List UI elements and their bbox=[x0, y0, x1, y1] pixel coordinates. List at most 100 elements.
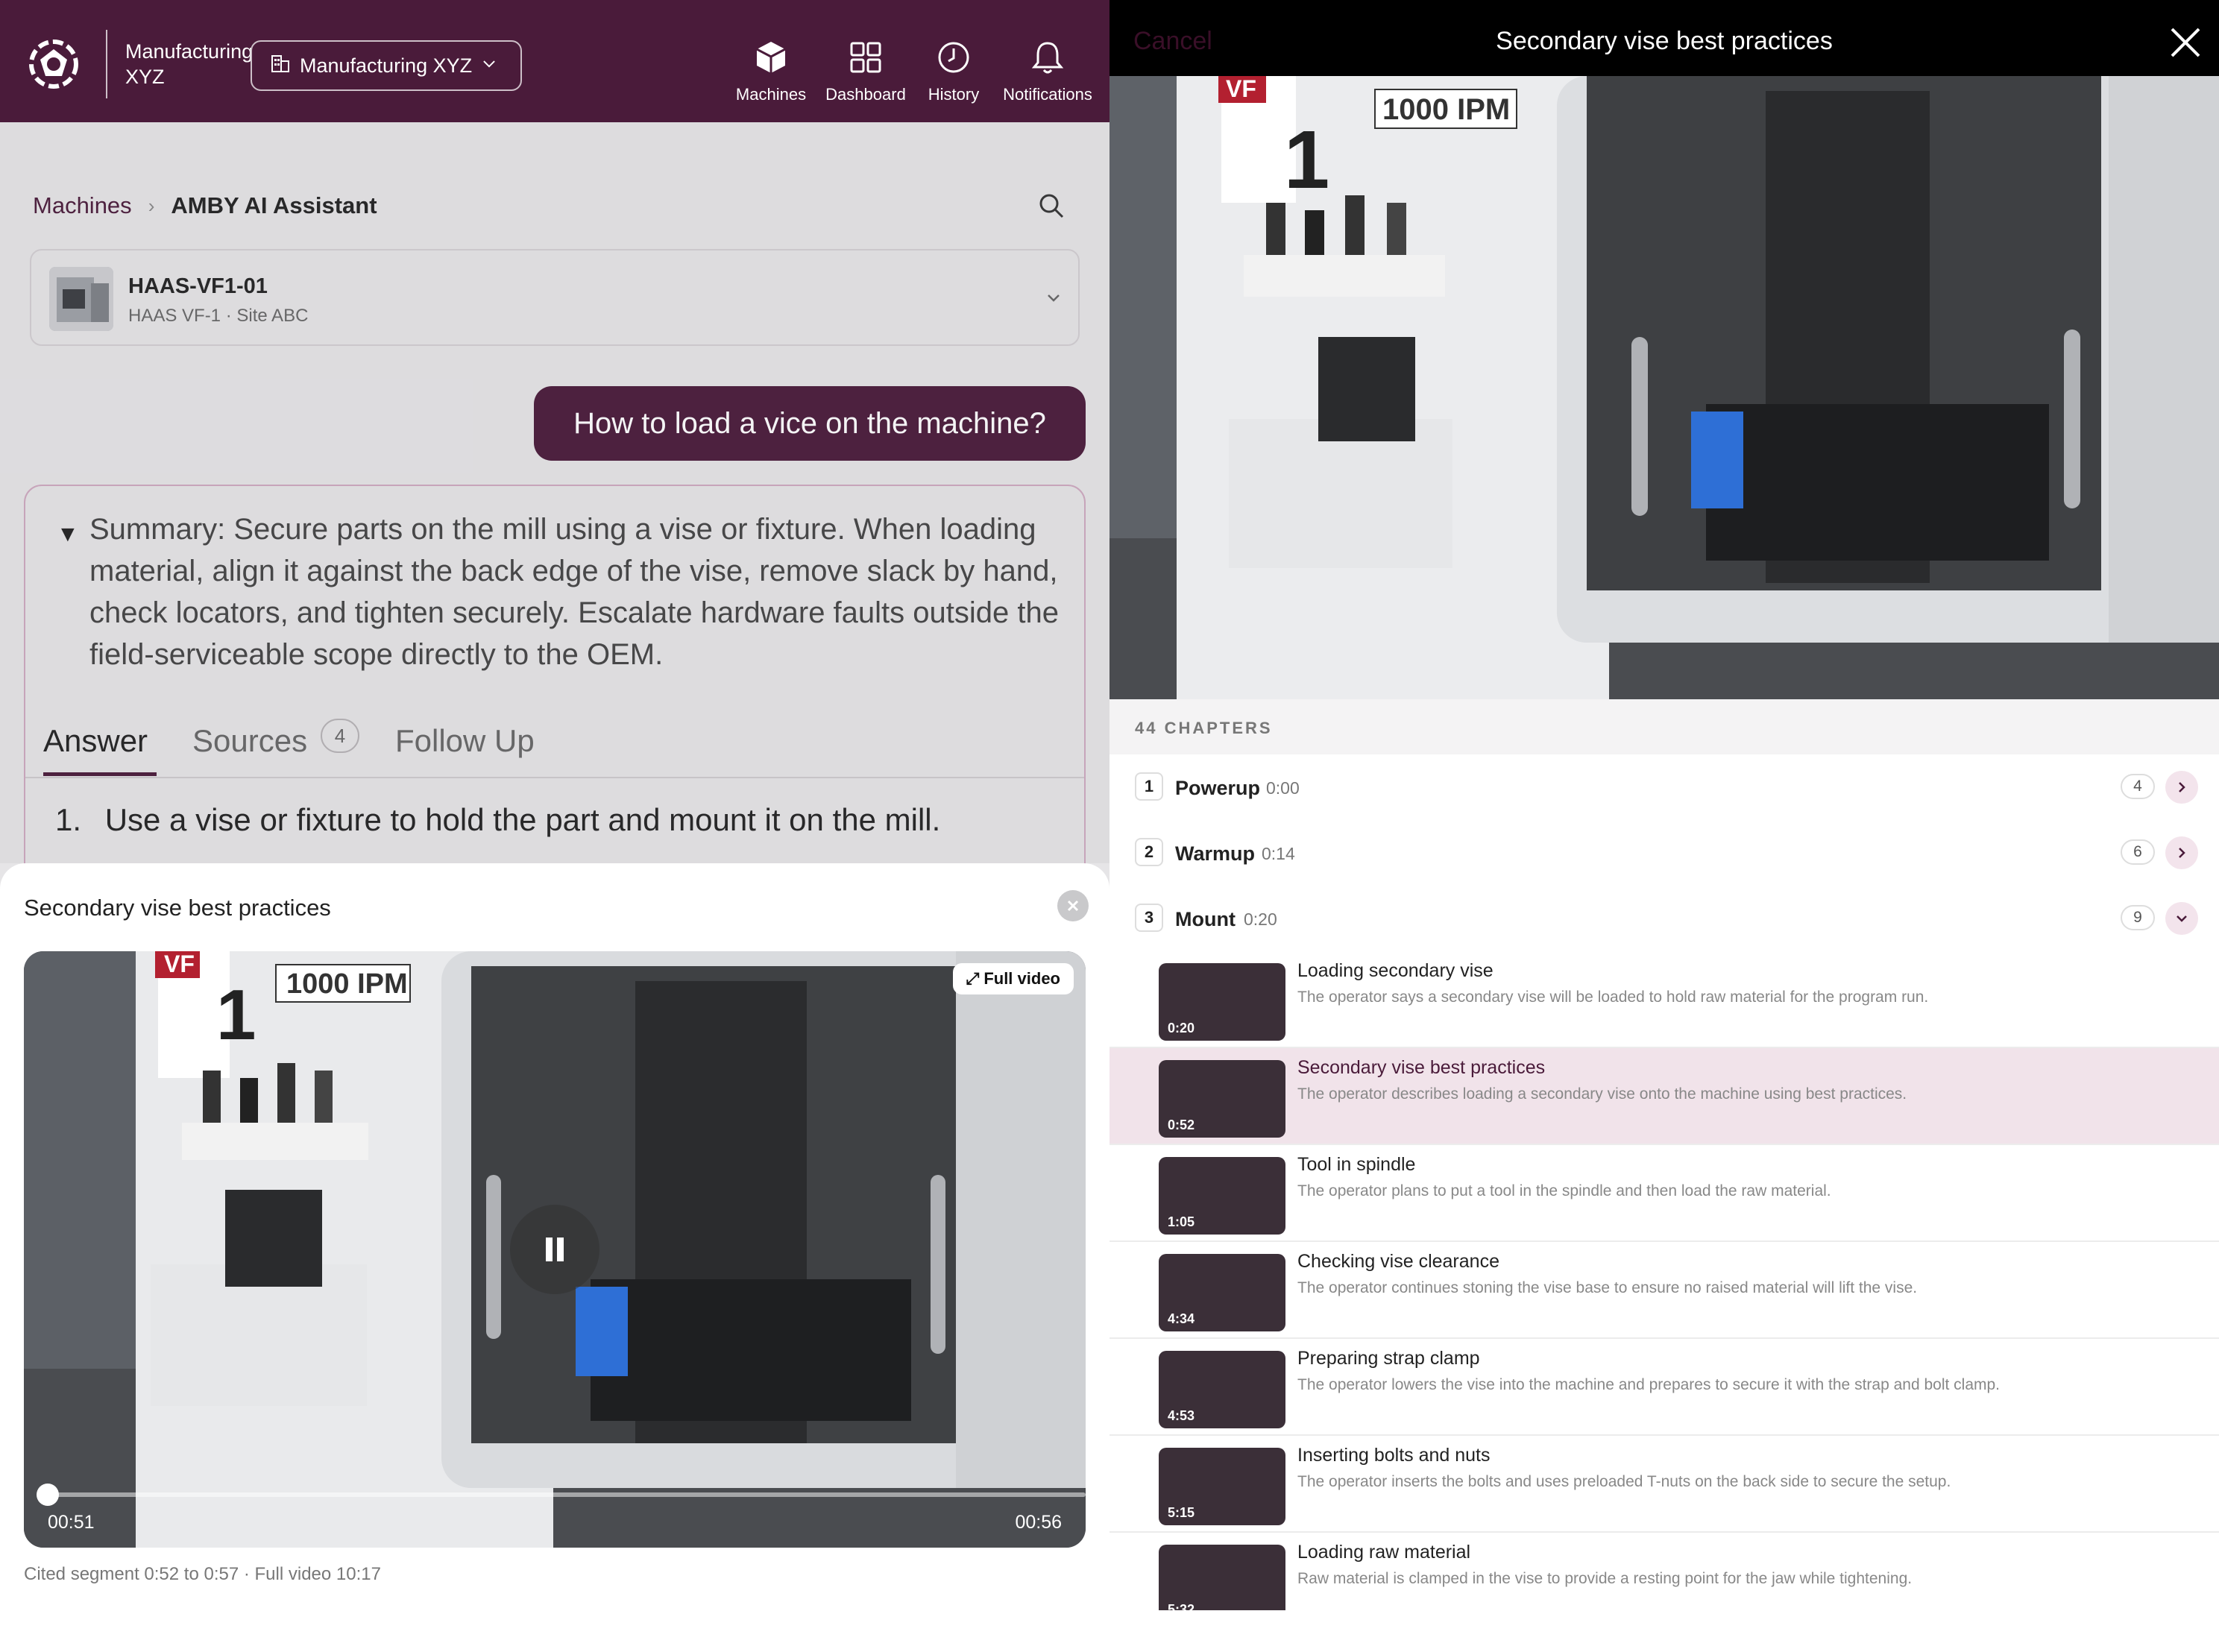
chevron-down-icon[interactable] bbox=[2165, 902, 2198, 935]
org-name: Manufacturing XYZ bbox=[125, 40, 254, 88]
pause-icon bbox=[546, 1238, 564, 1261]
subchapter-item[interactable]: 5:32 Loading raw material Raw material i… bbox=[1110, 1533, 2219, 1610]
chapter-time: 0:14 bbox=[1262, 844, 1295, 863]
grid-icon bbox=[850, 42, 881, 73]
nav-history[interactable]: History bbox=[920, 30, 987, 104]
ipm-decal-text-large: 1000 IPM bbox=[1382, 93, 1510, 126]
chapter-time: 0:20 bbox=[1244, 909, 1277, 929]
chapters-count: 44 CHAPTERS bbox=[1135, 719, 1273, 737]
list-bottom-spacer bbox=[1110, 1610, 2219, 1652]
clock-icon bbox=[938, 42, 969, 73]
subchapter-item[interactable]: 5:15 Inserting bolts and nuts The operat… bbox=[1110, 1436, 2219, 1533]
subchapter-item[interactable]: 1:05 Tool in spindle The operator plans … bbox=[1110, 1145, 2219, 1242]
chapter-name: Mount bbox=[1175, 908, 1236, 930]
breadcrumb-current: AMBY AI Assistant bbox=[171, 192, 377, 218]
subchapter-item[interactable]: 4:53 Preparing strap clamp The operator … bbox=[1110, 1339, 2219, 1436]
machine-selector[interactable]: HAAS-VF1-01 HAAS VF-1 · Site ABC bbox=[30, 249, 1080, 346]
chapters-header: Cancel Secondary vise best practices bbox=[1110, 0, 2219, 76]
subchapter-item-active[interactable]: 0:52 Secondary vise best practices The o… bbox=[1110, 1048, 2219, 1145]
answer-item-number: 1. bbox=[55, 802, 82, 837]
subchapter-time: 4:53 bbox=[1168, 1408, 1195, 1423]
chapters-count-bar: 44 CHAPTERS bbox=[1110, 699, 2219, 754]
subchapter-time: 1:05 bbox=[1168, 1214, 1195, 1229]
close-icon[interactable] bbox=[2168, 25, 2203, 60]
org-select[interactable]: Manufacturing XYZ bbox=[251, 40, 522, 91]
progress-knob[interactable] bbox=[37, 1484, 59, 1506]
subchapter-thumbnail: 4:34 bbox=[1159, 1254, 1285, 1331]
nav-dashboard[interactable]: Dashboard bbox=[825, 30, 907, 104]
subchapter-title: Loading raw material bbox=[1297, 1542, 1471, 1563]
top-header: Manufacturing XYZ Manufacturing XYZ Mach… bbox=[0, 0, 1110, 122]
collapse-triangle-icon[interactable]: ▼ bbox=[57, 522, 79, 547]
chapter-number: 3 bbox=[1135, 904, 1163, 932]
bell-icon bbox=[1031, 42, 1064, 74]
machine-thumbnail bbox=[49, 267, 113, 331]
pause-button[interactable] bbox=[510, 1205, 599, 1294]
video-popup: Secondary vise best practices VF 1 1000 … bbox=[0, 863, 1110, 1652]
cited-segment-info: Cited segment 0:52 to 0:57 · Full video … bbox=[24, 1564, 381, 1584]
subchapter-description: The operator describes loading a seconda… bbox=[1297, 1085, 1907, 1103]
answer-summary: Summary: Secure parts on the mill using … bbox=[89, 513, 1059, 671]
active-tab-indicator bbox=[43, 772, 157, 776]
popup-title: Secondary vise best practices bbox=[24, 895, 331, 921]
answer-tabs: Answer Sources Follow Up bbox=[25, 710, 1084, 778]
machine-name: HAAS-VF1-01 bbox=[128, 274, 268, 298]
chevron-right-icon: › bbox=[148, 194, 155, 217]
subchapter-description: The operator inserts the bolts and uses … bbox=[1297, 1473, 1951, 1490]
subchapter-description: Raw material is clamped in the vise to p… bbox=[1297, 1570, 1913, 1587]
subchapter-description: The operator lowers the vise into the ma… bbox=[1297, 1376, 2001, 1393]
chapters-pane: Cancel Secondary vise best practices VF … bbox=[1110, 0, 2219, 1652]
subchapter-title: Checking vise clearance bbox=[1297, 1251, 1499, 1272]
chevron-right-icon[interactable] bbox=[2165, 836, 2198, 869]
tab-follow-up[interactable]: Follow Up bbox=[395, 723, 535, 759]
chapter-row-2[interactable]: 2 Warmup 0:14 6 bbox=[1110, 820, 2219, 886]
chevron-right-icon[interactable] bbox=[2165, 771, 2198, 804]
progress-bar[interactable] bbox=[37, 1484, 1086, 1506]
search-icon[interactable] bbox=[1036, 191, 1066, 221]
company-logo-icon[interactable] bbox=[25, 36, 82, 92]
sources-count-badge: 4 bbox=[321, 719, 359, 753]
tab-answer[interactable]: Answer bbox=[43, 723, 148, 759]
nav-notifications-label: Notifications bbox=[1003, 85, 1092, 104]
chapter-count-badge: 9 bbox=[2121, 905, 2155, 930]
chapter-number: 2 bbox=[1135, 838, 1163, 866]
nav-machines[interactable]: Machines bbox=[734, 30, 808, 104]
subchapter-title: Tool in spindle bbox=[1297, 1154, 1416, 1175]
header-divider bbox=[106, 30, 107, 98]
nav-notifications[interactable]: Notifications bbox=[999, 30, 1096, 104]
subchapter-item[interactable]: 0:20 Loading secondary vise The operator… bbox=[1110, 951, 2219, 1048]
subchapter-time: 5:15 bbox=[1168, 1505, 1195, 1520]
subchapter-title: Loading secondary vise bbox=[1297, 960, 1494, 981]
tab-sources[interactable]: Sources bbox=[192, 723, 307, 759]
end-time: 00:56 bbox=[1015, 1512, 1062, 1533]
close-icon[interactable] bbox=[1057, 890, 1089, 921]
chapter-row-3[interactable]: 3 Mount 0:20 9 bbox=[1110, 886, 2219, 951]
current-time: 00:51 bbox=[48, 1512, 95, 1533]
ipm-decal-text: 1000 IPM bbox=[286, 968, 408, 1000]
chevron-down-icon bbox=[1042, 286, 1065, 309]
subchapter-time: 0:20 bbox=[1168, 1021, 1195, 1035]
answer-item-1: 1. Use a vise or fixture to hold the par… bbox=[55, 802, 940, 838]
answer-item-text: Use a vise or fixture to hold the part a… bbox=[104, 802, 941, 837]
machine-number-decal-large: 1 bbox=[1284, 114, 1329, 206]
subchapter-thumbnail: 5:32 bbox=[1159, 1545, 1285, 1610]
full-video-button[interactable]: ⤢ Full video bbox=[952, 963, 1074, 994]
large-video-frame[interactable]: VF 1 1000 IPM bbox=[1110, 76, 2219, 699]
breadcrumb: Machines › AMBY AI Assistant bbox=[33, 192, 377, 219]
chapter-number: 1 bbox=[1135, 772, 1163, 801]
subchapter-item[interactable]: 4:34 Checking vise clearance The operato… bbox=[1110, 1242, 2219, 1339]
org-select-label: Manufacturing XYZ bbox=[300, 54, 473, 77]
breadcrumb-machines[interactable]: Machines bbox=[33, 192, 132, 219]
machine-subtitle: HAAS VF-1 · Site ABC bbox=[128, 306, 309, 326]
chapter-name: Warmup bbox=[1175, 842, 1255, 865]
nav-history-label: History bbox=[928, 85, 980, 104]
video-player[interactable]: VF 1 1000 IPM ⤢ Full video 00:51 00:56 bbox=[24, 951, 1086, 1548]
chapter-time: 0:00 bbox=[1266, 778, 1300, 798]
vf-decal-text: VF bbox=[164, 951, 195, 977]
chapter-count-badge: 6 bbox=[2121, 839, 2155, 865]
subchapter-time: 0:52 bbox=[1168, 1117, 1195, 1132]
subchapter-thumbnail: 5:15 bbox=[1159, 1448, 1285, 1525]
nav-dashboard-label: Dashboard bbox=[825, 85, 906, 104]
chapter-row-1[interactable]: 1 Powerup 0:00 4 bbox=[1110, 754, 2219, 820]
nav-machines-label: Machines bbox=[735, 85, 807, 104]
